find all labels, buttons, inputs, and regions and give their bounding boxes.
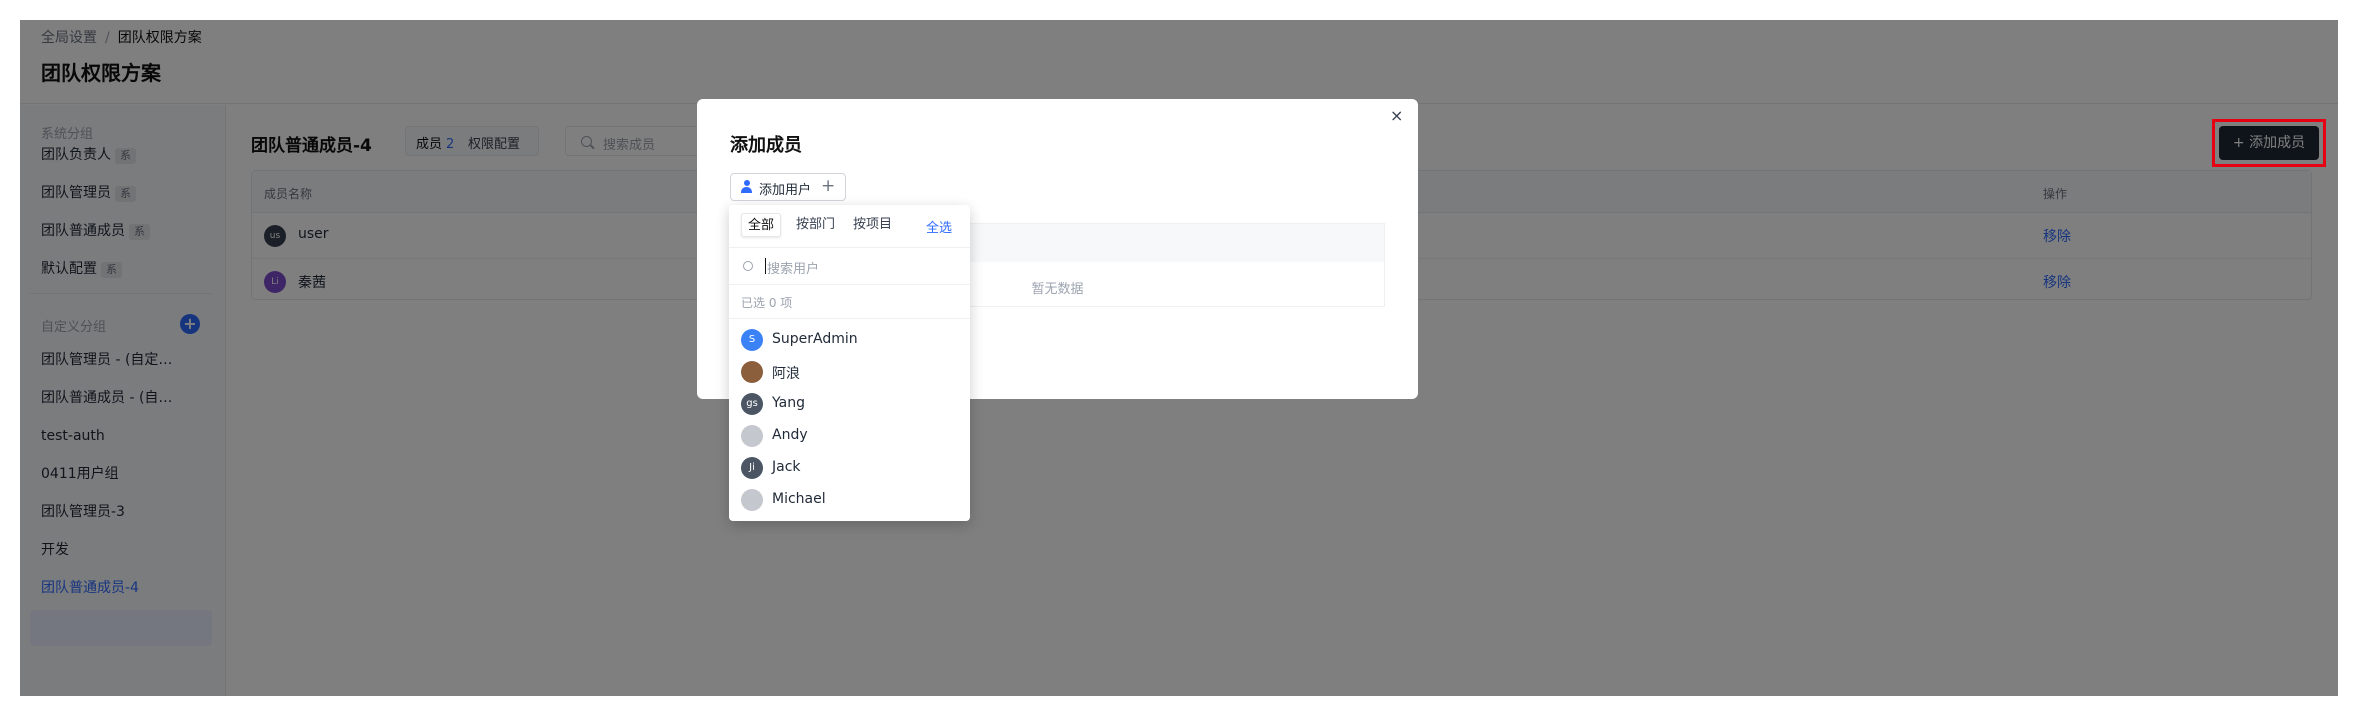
avatar: Ji <box>741 457 763 479</box>
user-name: Yang <box>772 395 805 411</box>
selected-count: 已选 0 项 <box>741 296 793 310</box>
user-name: Jack <box>772 459 801 475</box>
avatar <box>741 361 763 383</box>
user-name: SuperAdmin <box>772 331 858 347</box>
avatar <box>741 489 763 511</box>
user-picker-dropdown: 全部 按部门 按项目 全选 搜索用户 已选 0 项 S SuperAdmin 阿浪 g… <box>729 205 970 521</box>
text-caret <box>765 258 766 274</box>
highlight-box <box>2212 119 2326 167</box>
picker-tab-by-department[interactable]: 按部门 <box>796 213 835 237</box>
picker-tab-all[interactable]: 全部 <box>741 213 782 237</box>
user-name: 阿浪 <box>772 366 800 382</box>
plus-icon: + <box>821 176 836 196</box>
picker-tabs: 全部 按部门 按项目 全选 <box>729 205 970 247</box>
modal-title: 添加成员 <box>730 135 802 156</box>
select-all-link[interactable]: 全选 <box>926 217 952 236</box>
close-icon[interactable]: × <box>1390 106 1403 125</box>
user-icon <box>741 180 752 194</box>
divider <box>729 318 970 319</box>
add-user-label: 添加用户 <box>759 183 812 198</box>
avatar: gs <box>741 393 763 415</box>
avatar <box>741 425 763 447</box>
add-user-button[interactable]: 添加用户 + <box>730 173 846 201</box>
picker-tab-by-project[interactable]: 按项目 <box>853 213 892 237</box>
app-window: 全局设置/团队权限方案 团队权限方案 系统分组 团队负责人系 团队管理员系 团队… <box>20 20 2338 696</box>
user-name: Michael <box>772 491 826 507</box>
search-icon <box>743 261 753 271</box>
user-search-placeholder: 搜索用户 <box>767 262 820 277</box>
user-name: Andy <box>772 427 808 443</box>
avatar: S <box>741 329 763 351</box>
user-search-input[interactable]: 搜索用户 <box>729 247 970 285</box>
